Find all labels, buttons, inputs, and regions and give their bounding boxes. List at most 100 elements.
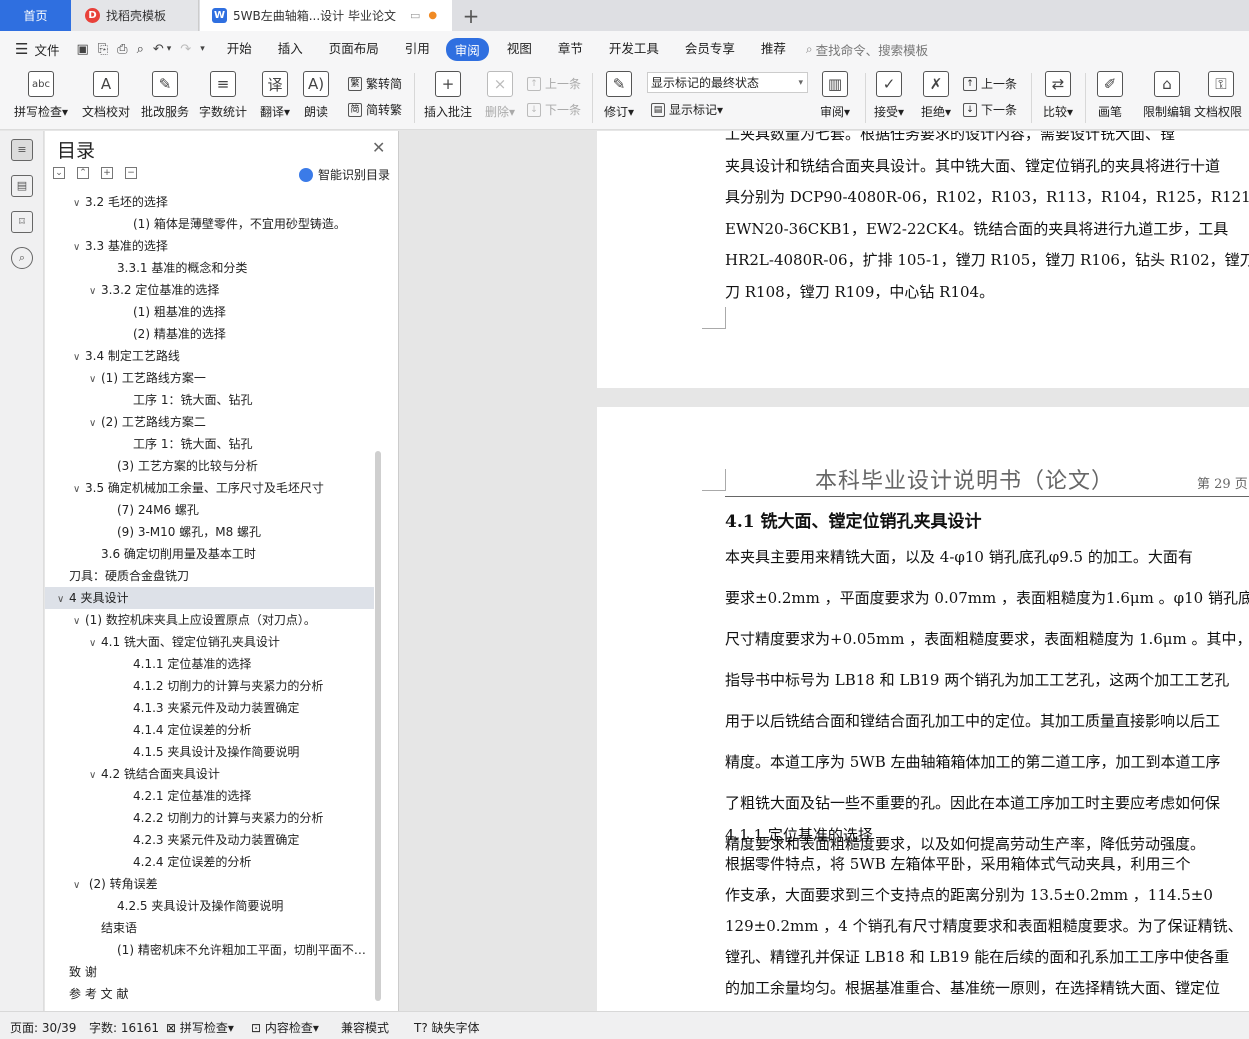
toc-item[interactable]: (9) 3-M10 螺孔，M8 螺孔 xyxy=(45,521,374,543)
menu-member[interactable]: 会员专享 xyxy=(685,38,735,61)
compat-mode-status[interactable]: 兼容模式 xyxy=(341,1019,389,1036)
screen-icon[interactable]: ▭ xyxy=(410,9,420,22)
remove-heading-icon[interactable]: − xyxy=(125,167,137,179)
pen-button[interactable]: ✐ 画笔 xyxy=(1079,71,1141,120)
export-pdf-icon[interactable]: ⎘ xyxy=(98,42,108,57)
collapse-all-icon[interactable]: ⌄ xyxy=(53,167,65,179)
annotate-service-button[interactable]: ✎ 批改服务 xyxy=(134,71,196,120)
toc-item[interactable]: (1) 箱体是薄壁零件，不宜用砂型铸造。 xyxy=(45,213,374,235)
expand-chevron-icon[interactable]: ∨ xyxy=(73,479,85,499)
trad-to-simp-button[interactable]: 繁繁转简 xyxy=(348,75,402,92)
toc-item[interactable]: (1) 粗基准的选择 xyxy=(45,301,374,323)
reject-button[interactable]: ✗ 拒绝▾ xyxy=(905,71,967,120)
toc-item[interactable]: (3) 工艺方案的比较与分析 xyxy=(45,455,374,477)
restrict-edit-button[interactable]: ⌂ 限制编辑 xyxy=(1136,71,1198,120)
toc-item[interactable]: 4.2.3 夹紧元件及动力装置确定 xyxy=(45,829,374,851)
expand-chevron-icon[interactable]: ∨ xyxy=(89,281,101,301)
toc-item[interactable]: ∨ 4 夹具设计 xyxy=(45,587,374,609)
tab-home[interactable]: 首页 xyxy=(0,0,71,31)
prev-change-button[interactable]: ↑ 上一条 xyxy=(963,75,1017,92)
menu-recommend[interactable]: 推荐 xyxy=(761,38,786,61)
expand-chevron-icon[interactable]: ∨ xyxy=(73,193,85,213)
menu-insert[interactable]: 插入 xyxy=(278,38,303,61)
delete-comment-button[interactable]: × 删除▾ xyxy=(469,71,531,120)
smart-toc-button[interactable]: 智能识别目录 xyxy=(299,166,390,183)
expand-chevron-icon[interactable]: ∨ xyxy=(73,347,85,367)
undo-icon[interactable]: ↶ xyxy=(153,42,164,57)
show-markup-button[interactable]: ▤ 显示标记 ▾ xyxy=(651,101,723,118)
expand-chevron-icon[interactable]: ∨ xyxy=(73,237,85,257)
toc-item[interactable]: 4.2.4 定位误差的分析 xyxy=(45,851,374,873)
spell-check-status[interactable]: ⊠ 拼写检查▾ xyxy=(166,1019,234,1036)
hamburger-icon[interactable]: ☰ xyxy=(15,40,28,58)
search-icon[interactable]: ⌕ xyxy=(11,247,33,269)
toc-item[interactable]: 4.2.2 切削力的计算与夹紧力的分析 xyxy=(45,807,374,829)
doc-permission-button[interactable]: ⚿ 文档权限 xyxy=(1194,71,1249,120)
toc-item[interactable]: ∨ 3.3 基准的选择 xyxy=(45,235,374,257)
menu-file[interactable]: 文件 xyxy=(34,40,59,59)
toc-scrollbar[interactable] xyxy=(375,451,381,1001)
menu-review[interactable]: 审阅 xyxy=(445,37,489,61)
toc-panel-icon[interactable]: ≡ xyxy=(11,139,33,161)
chapter-nav-icon[interactable]: ▤ xyxy=(11,175,33,197)
toc-item[interactable]: ∨ 3.2 毛坯的选择 xyxy=(45,191,374,213)
toc-item[interactable]: ∨ (2) 工艺路线方案二 xyxy=(45,411,374,433)
expand-up-icon[interactable]: ⌃ xyxy=(77,167,89,179)
toc-item[interactable]: 3.3.1 基准的概念和分类 xyxy=(45,257,374,279)
toc-item[interactable]: 3.6 确定切削用量及基本工时 xyxy=(45,543,374,565)
toc-item[interactable]: 参 考 文 献 xyxy=(45,983,374,1005)
toc-item[interactable]: (7) 24M6 螺孔 xyxy=(45,499,374,521)
page-indicator[interactable]: 页面: 30/39 xyxy=(10,1019,76,1036)
save-icon[interactable]: ▣ xyxy=(76,42,88,57)
toc-item[interactable]: 4.2.1 定位基准的选择 xyxy=(45,785,374,807)
search-commands-input[interactable]: 查找命令、搜索模板 xyxy=(816,40,929,59)
undo-dropdown-icon[interactable]: ▾ xyxy=(167,44,172,54)
toc-item[interactable]: ∨ (1) 工艺路线方案一 xyxy=(45,367,374,389)
word-count-indicator[interactable]: 字数: 16161 xyxy=(89,1019,159,1036)
menu-layout[interactable]: 页面布局 xyxy=(329,38,379,61)
display-state-select[interactable]: 显示标记的最终状态 ▾ xyxy=(647,72,808,93)
expand-chevron-icon[interactable]: ∨ xyxy=(89,369,101,389)
prev-comment-button[interactable]: ↑ 上一条 xyxy=(527,75,581,92)
new-tab-button[interactable]: + xyxy=(458,0,484,31)
toc-item[interactable]: 刀具：硬质合金盘铣刀 xyxy=(45,565,374,587)
toc-item[interactable]: 工序 1：铣大面、钻孔 xyxy=(45,389,374,411)
close-icon[interactable]: ✕ xyxy=(372,138,385,157)
toc-item[interactable]: ∨ 3.3.2 定位基准的选择 xyxy=(45,279,374,301)
toc-item[interactable]: 工序 1：铣大面、钻孔 xyxy=(45,433,374,455)
expand-chevron-icon[interactable]: ∨ xyxy=(89,413,101,433)
print-icon[interactable]: ⎙ xyxy=(117,42,127,57)
doc-proof-button[interactable]: A 文档校对 xyxy=(75,71,137,120)
toc-item[interactable]: 4.2.5 夹具设计及操作简要说明 xyxy=(45,895,374,917)
toc-item[interactable]: (2) 精基准的选择 xyxy=(45,323,374,345)
next-comment-button[interactable]: ↓ 下一条 xyxy=(527,101,581,118)
track-changes-button[interactable]: ✎ 修订▾ xyxy=(588,71,650,120)
menu-chapter[interactable]: 章节 xyxy=(558,38,583,61)
expand-chevron-icon[interactable]: ∨ xyxy=(57,589,69,609)
toc-item[interactable]: 4.1.4 定位误差的分析 xyxy=(45,719,374,741)
toc-item[interactable]: ∨ (1) 数控机床夹具上应设置原点（对刀点）。 xyxy=(45,609,374,631)
menu-reference[interactable]: 引用 xyxy=(405,38,430,61)
menu-devtools[interactable]: 开发工具 xyxy=(609,38,659,61)
toc-item[interactable]: 4.1.5 夹具设计及操作简要说明 xyxy=(45,741,374,763)
add-heading-icon[interactable]: + xyxy=(101,167,113,179)
toc-item[interactable]: ∨ 4.2 铣结合面夹具设计 xyxy=(45,763,374,785)
content-check-status[interactable]: ⊡ 内容检查▾ xyxy=(251,1019,319,1036)
print-preview-icon[interactable]: ⌕ xyxy=(137,42,144,57)
toc-item[interactable]: 4.1.1 定位基准的选择 xyxy=(45,653,374,675)
expand-chevron-icon[interactable]: ∨ xyxy=(73,611,85,631)
quick-access-dropdown-icon[interactable]: ▾ xyxy=(200,44,205,54)
toc-item[interactable]: 4.1.3 夹紧元件及动力装置确定 xyxy=(45,697,374,719)
spell-check-button[interactable]: abc 拼写检查▾ xyxy=(10,71,72,120)
bookmark-icon[interactable]: ⌑ xyxy=(11,211,33,233)
toc-item[interactable]: ∨ 3.4 制定工艺路线 xyxy=(45,345,374,367)
expand-chevron-icon[interactable]: ∨ xyxy=(73,875,85,895)
toc-item[interactable]: (1) 精密机床不允许粗加工平面，切削平面不合… xyxy=(45,939,374,961)
expand-chevron-icon[interactable]: ∨ xyxy=(89,633,101,653)
simp-to-trad-button[interactable]: 简简转繁 xyxy=(348,101,402,118)
menu-view[interactable]: 视图 xyxy=(507,38,532,61)
document-area[interactable]: 工夹具数量为七套。根据任务要求的设计内容，需要设计铣大面、镗 夹具设计和铣结合面夹… xyxy=(400,131,1249,1011)
menu-start[interactable]: 开始 xyxy=(227,38,252,61)
redo-icon[interactable]: ↷ xyxy=(180,42,191,57)
next-change-button[interactable]: ↓ 下一条 xyxy=(963,101,1017,118)
